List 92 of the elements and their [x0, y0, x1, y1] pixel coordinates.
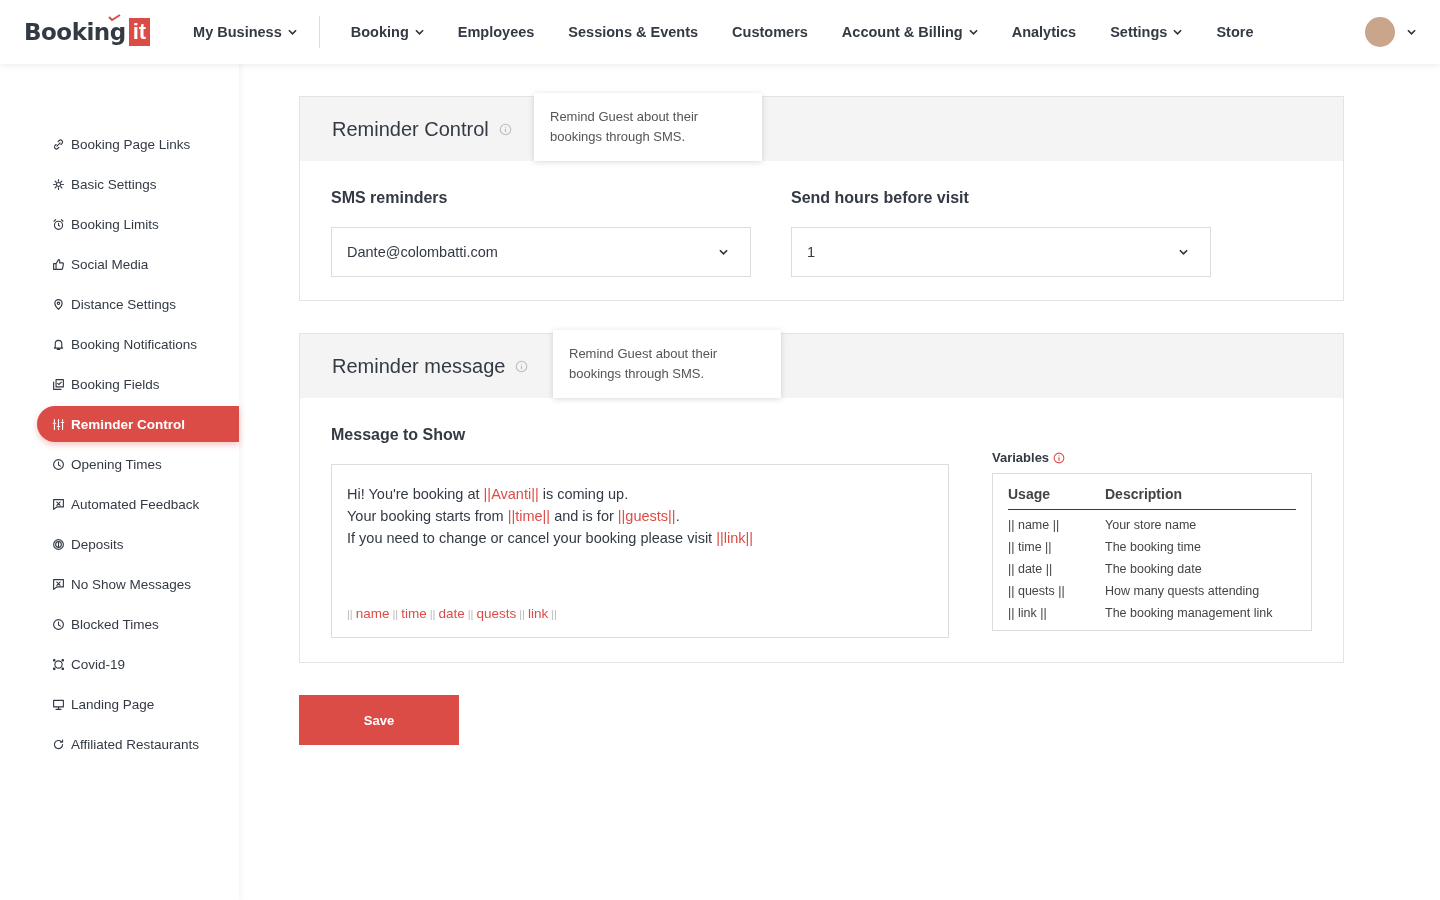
variable-link[interactable]: date [438, 606, 465, 621]
checklist-icon [52, 377, 65, 391]
table-cell-text: The booking date [1105, 561, 1203, 578]
section-title: Reminder Control [332, 117, 489, 141]
sidebar-item[interactable]: No Show Messages [37, 566, 239, 602]
chevron-down-icon [287, 29, 297, 35]
variable-link[interactable]: name [355, 606, 390, 621]
separator: || [467, 607, 474, 620]
tooltip: Remind Guest about their bookings through SMS. [553, 330, 781, 398]
logo[interactable]: Booking it [24, 18, 151, 46]
nav-menu-item[interactable]: Employees [440, 24, 552, 40]
sidebar-item[interactable]: Landing Page [37, 686, 239, 722]
nav-menu-item[interactable]: Sessions & Events [551, 24, 716, 40]
separator: || [392, 607, 399, 620]
nav-menu-item[interactable]: Settings [1093, 24, 1200, 40]
sidebar-item[interactable]: Booking Limits [37, 206, 239, 242]
sidebar-item[interactable]: Opening Times [37, 446, 239, 482]
chevron-down-icon [1179, 249, 1188, 255]
sidebar-item[interactable]: Booking Fields [37, 366, 239, 402]
chevron-down-icon [1173, 29, 1183, 35]
section-title: Reminder message [332, 354, 506, 378]
nav-menu-item[interactable]: Booking [333, 24, 441, 40]
nav-menu-item[interactable]: Analytics [994, 24, 1094, 40]
field-label: Message to Show [331, 426, 467, 444]
clock-icon [52, 617, 65, 631]
table-cell-text: The booking time [1105, 539, 1202, 556]
link-icon [52, 137, 65, 151]
bell-icon [52, 337, 65, 351]
message-x-icon [52, 497, 65, 511]
dropdown-field[interactable]: Dante@colombatti.com [331, 227, 751, 277]
message-line: Your booking starts from ||time|| and is for ||guests||. [347, 507, 681, 526]
gear-icon [52, 177, 65, 191]
table-cell-text: || time || [1008, 539, 1053, 556]
column-header: Description [1105, 485, 1183, 504]
tooltip: Remind Guest about their bookings through SMS. [534, 93, 762, 161]
chevron-down-icon[interactable] [1407, 29, 1416, 35]
table-cell-text: Your store name [1105, 517, 1198, 534]
sidebar-item[interactable]: Basic Settings [37, 166, 239, 202]
clock-icon [52, 457, 65, 471]
save-button[interactable]: Save [299, 695, 459, 745]
coin-icon [52, 537, 65, 551]
dropdown-field[interactable]: 1 [791, 227, 1211, 277]
variable-link[interactable]: time [401, 606, 427, 621]
nav-menu-item[interactable]: Account & Billing [824, 24, 995, 40]
info-icon[interactable] [1053, 451, 1066, 464]
thumbs-up-icon [52, 257, 65, 271]
table-cell-text: || date || [1008, 561, 1054, 578]
message-line: Hi! You're booking at ||Avanti|| is coming up. [347, 485, 630, 504]
separator: || [429, 607, 436, 620]
table-cell-text: || quests || [1008, 583, 1066, 600]
sidebar-item[interactable]: Blocked Times [37, 606, 239, 642]
separator: || [519, 607, 525, 620]
virus-icon [52, 657, 65, 671]
avatar[interactable] [1365, 17, 1395, 47]
sidebar-item[interactable]: Social Media [37, 246, 239, 282]
variable-link[interactable]: link [527, 606, 549, 621]
table-cell-text: || name || [1008, 517, 1061, 534]
message-line: If you need to change or cancel your booking please visit ||link|| [347, 529, 754, 548]
separator: || [347, 607, 353, 620]
table-cell-text: The booking management link [1105, 605, 1274, 622]
field-label: Send hours before visit [791, 189, 970, 207]
message-x-icon [52, 577, 65, 591]
location-pin-icon [52, 297, 65, 311]
sidebar-item[interactable]: Automated Feedback [37, 486, 239, 522]
chevron-down-icon [968, 29, 978, 35]
nav-menu-item[interactable]: Store [1199, 24, 1271, 40]
column-header: Usage [1008, 485, 1052, 504]
variable-link[interactable]: quests [476, 606, 517, 621]
sidebar-item[interactable]: Booking Page Links [37, 126, 239, 162]
sliders-icon [52, 417, 65, 431]
sidebar-item[interactable]: Affiliated Restaurants [37, 726, 239, 762]
logo-wordmark: Booking [24, 19, 126, 45]
sidebar-item[interactable]: Distance Settings [37, 286, 239, 322]
sidebar-item[interactable]: Reminder Control [37, 406, 239, 442]
chevron-down-icon [719, 249, 728, 255]
variables-title: Variables [992, 450, 1050, 465]
refresh-icon [52, 737, 65, 751]
nav-menu-item[interactable]: My Business [176, 24, 319, 40]
sidebar-item[interactable]: Covid-19 [37, 646, 239, 682]
alarm-clock-icon [52, 217, 65, 231]
sidebar-item[interactable]: Booking Notifications [37, 326, 239, 362]
nav-menu-item[interactable]: Customers [715, 24, 825, 40]
table-cell-text: How many quests attending [1105, 583, 1261, 600]
checkmark-icon [108, 14, 122, 22]
field-label: SMS reminders [331, 189, 449, 207]
message-field[interactable] [331, 464, 949, 638]
logo-badge: it [128, 18, 151, 46]
monitor-icon [52, 697, 65, 711]
table-cell-text: || link || [1008, 605, 1048, 622]
sidebar-item[interactable]: Deposits [37, 526, 239, 562]
chevron-down-icon [414, 29, 424, 35]
separator: || [551, 607, 557, 620]
